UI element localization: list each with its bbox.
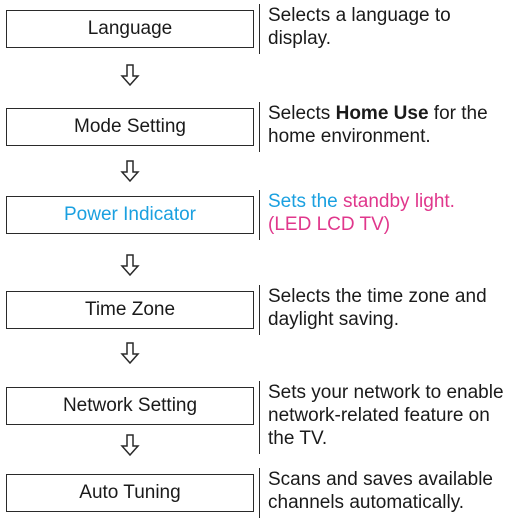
down-arrow-icon	[120, 434, 140, 456]
step-box-mode-setting: Mode Setting	[6, 108, 254, 146]
step-box-language: Language	[6, 10, 254, 48]
step-box-power-indicator: Power Indicator	[6, 196, 254, 234]
step-desc-mode-setting: Selects Home Use for the home environmen…	[259, 102, 511, 152]
step-box-network-setting: Network Setting	[6, 387, 254, 425]
step-desc-time-zone: Selects the time zone and daylight savin…	[259, 285, 511, 335]
down-arrow-icon	[120, 254, 140, 276]
step-box-time-zone: Time Zone	[6, 291, 254, 329]
down-arrow-icon	[120, 160, 140, 182]
step-desc-power-indicator: Sets the standby light. (LED LCD TV)	[259, 190, 511, 240]
step-desc-network-setting: Sets your network to enable network-rela…	[259, 381, 511, 454]
down-arrow-icon	[120, 64, 140, 86]
down-arrow-icon	[120, 342, 140, 364]
step-desc-language: Selects a language to display.	[259, 4, 511, 54]
step-box-auto-tuning: Auto Tuning	[6, 474, 254, 512]
step-desc-auto-tuning: Scans and saves available channels autom…	[259, 468, 511, 518]
